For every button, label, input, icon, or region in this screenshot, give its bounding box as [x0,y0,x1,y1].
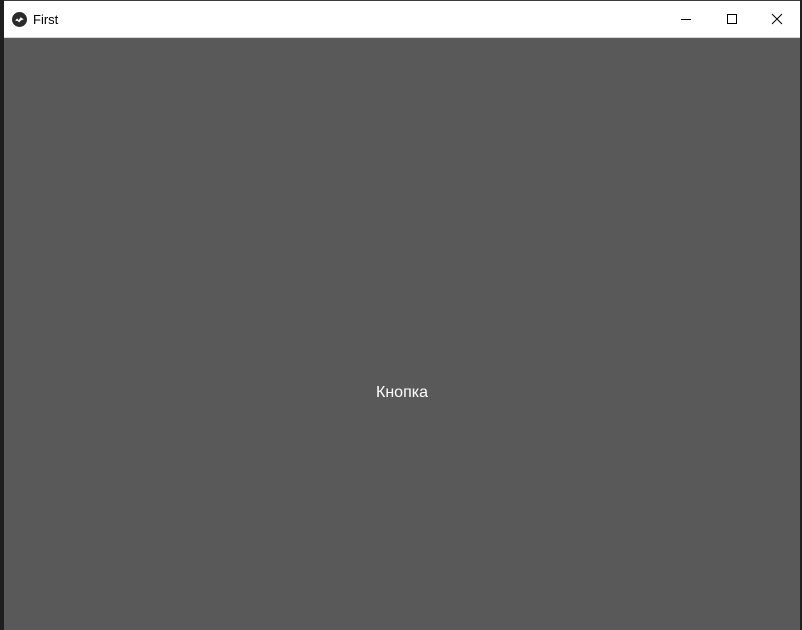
window-content: Кнопка [4,38,800,630]
close-button[interactable] [754,1,800,37]
close-icon [771,13,783,25]
main-button-label: Кнопка [376,384,428,401]
minimize-icon [680,13,692,25]
maximize-button[interactable] [709,1,755,37]
app-window: First Кнопка [4,0,800,630]
maximize-icon [726,13,738,25]
title-bar[interactable]: First [4,1,800,38]
minimize-button[interactable] [663,1,709,37]
window-title: First [33,12,59,27]
main-button[interactable]: Кнопка [4,38,800,630]
kivy-logo-icon [12,12,27,27]
